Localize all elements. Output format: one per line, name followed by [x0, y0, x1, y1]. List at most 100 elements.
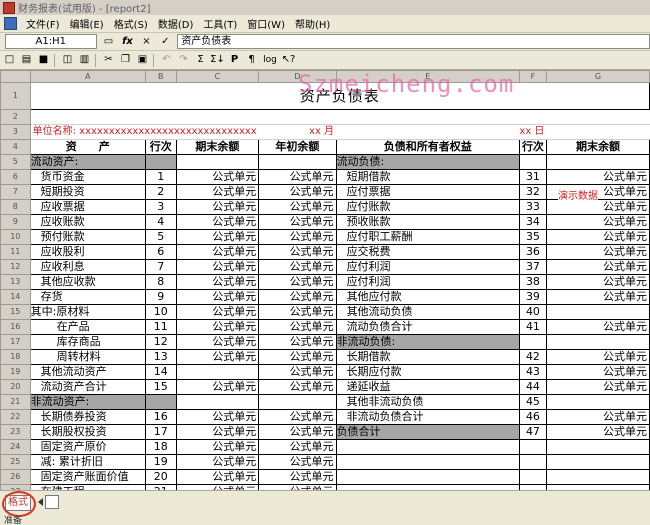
column-header[interactable]: G — [545, 70, 650, 83]
asset-name-cell[interactable]: 其他流动资产 — [29, 364, 146, 380]
row-header[interactable]: 14 — [0, 289, 31, 305]
tab-nav-box[interactable] — [45, 495, 59, 509]
asset-name-cell[interactable]: 应收账款 — [29, 214, 146, 230]
menu-edit[interactable]: 编辑(E) — [65, 16, 109, 31]
asset-name-cell[interactable]: 周转材料 — [29, 349, 146, 365]
end-balance-cell[interactable]: 公式单元 — [175, 289, 260, 305]
asset-name-cell[interactable]: 其他应收款 — [29, 274, 146, 290]
menu-file[interactable]: 文件(F) — [21, 16, 65, 31]
row-header[interactable]: 3 — [0, 124, 31, 140]
end-balance-cell[interactable]: 公式单元 — [545, 274, 650, 290]
row-header[interactable]: 10 — [0, 229, 31, 245]
begin-balance-cell[interactable]: 公式单元 — [258, 214, 337, 230]
end-balance-cell[interactable] — [545, 394, 650, 410]
liability-name-cell[interactable]: 应付利润 — [335, 274, 520, 290]
unit-name-cell[interactable]: 单位名称: xxxxxxxxxxxxxxxxxxxxxxxxxxxxxx — [30, 124, 259, 140]
line-no-cell[interactable]: 3 — [144, 199, 177, 215]
liability-name-cell[interactable]: 应交税费 — [335, 244, 520, 260]
asset-name-cell[interactable]: 固定资产原价 — [29, 439, 146, 455]
liability-name-cell[interactable]: 短期借款 — [335, 169, 520, 185]
line-no-cell[interactable]: 32 — [518, 184, 547, 200]
line-no-cell[interactable]: 10 — [144, 304, 177, 320]
row-header[interactable]: 25 — [0, 454, 31, 470]
end-balance-cell[interactable]: 公式单元 — [175, 244, 260, 260]
liability-name-cell[interactable] — [335, 469, 520, 485]
menu-tools[interactable]: 工具(T) — [198, 16, 242, 31]
cell-name-box[interactable]: A1:H1 — [5, 34, 97, 49]
row-header[interactable]: 20 — [0, 379, 31, 395]
asset-name-cell[interactable]: 货币资金 — [29, 169, 146, 185]
line-no-cell[interactable]: 31 — [518, 169, 547, 185]
line-no-cell[interactable] — [144, 394, 177, 410]
line-no-cell[interactable]: 16 — [144, 409, 177, 425]
row-header[interactable]: 19 — [0, 364, 31, 380]
menu-format[interactable]: 格式(S) — [109, 16, 153, 31]
menu-data[interactable]: 数据(D) — [153, 16, 199, 31]
begin-balance-cell[interactable]: 公式单元 — [258, 334, 337, 350]
row-header[interactable]: 2 — [0, 109, 31, 125]
liability-name-cell[interactable]: 负债合计 — [335, 424, 520, 440]
column-header[interactable]: B — [144, 70, 177, 83]
asset-name-cell[interactable]: 短期投资 — [29, 184, 146, 200]
day-cell[interactable]: xx 日 — [336, 124, 547, 140]
asset-name-cell[interactable]: 库存商品 — [29, 334, 146, 350]
liability-name-cell[interactable]: 流动负债: — [335, 154, 520, 170]
row-header[interactable]: 13 — [0, 274, 31, 290]
end-balance-cell[interactable] — [175, 154, 260, 170]
line-no-cell[interactable] — [518, 469, 547, 485]
end-balance-cell[interactable]: 公式单元 — [175, 424, 260, 440]
new-document-icon[interactable]: □ — [2, 53, 17, 67]
line-no-cell[interactable]: 8 — [144, 274, 177, 290]
end-balance-cell[interactable]: 公式单元 — [545, 244, 650, 260]
asset-name-cell[interactable]: 长期股权投资 — [29, 424, 146, 440]
month-cell[interactable]: xx 月 — [258, 124, 337, 140]
row-header[interactable]: 6 — [0, 169, 31, 185]
asset-header[interactable]: 资 产 — [29, 139, 146, 155]
asset-name-cell[interactable]: 固定资产账面价值 — [29, 469, 146, 485]
print-preview-icon[interactable]: ◫ — [60, 53, 75, 67]
end-balance-cell[interactable] — [545, 304, 650, 320]
begin-balance-header[interactable]: 年初余额 — [258, 139, 337, 155]
line-no-cell[interactable]: 43 — [518, 364, 547, 380]
end-balance-cell[interactable]: 公式单元 — [545, 259, 650, 275]
row-header[interactable]: 23 — [0, 424, 31, 440]
line-no-cell[interactable]: 38 — [518, 274, 547, 290]
blank-cell[interactable] — [546, 124, 650, 140]
fx-button[interactable]: fx — [121, 35, 135, 48]
liability-name-cell[interactable]: 其他应付款 — [335, 289, 520, 305]
save-icon[interactable]: ■ — [36, 53, 51, 67]
asset-name-cell[interactable]: 减: 累计折旧 — [29, 454, 146, 470]
line-no-cell[interactable]: 40 — [518, 304, 547, 320]
end-balance-header[interactable]: 期末余额 — [175, 139, 260, 155]
end-balance-cell[interactable]: 公式单元 — [175, 229, 260, 245]
menu-window[interactable]: 窗口(W) — [242, 16, 290, 31]
row-header[interactable]: 18 — [0, 349, 31, 365]
end-balance-cell[interactable]: 公式单元 — [175, 304, 260, 320]
p-button[interactable]: P — [227, 53, 242, 67]
line-no-cell[interactable]: 18 — [144, 439, 177, 455]
column-header[interactable]: A — [29, 70, 146, 83]
liability-name-cell[interactable]: 非流动负债合计 — [335, 409, 520, 425]
end-balance-cell[interactable]: 公式单元 — [175, 349, 260, 365]
print-icon[interactable]: ▥ — [77, 53, 92, 67]
line-no-header[interactable]: 行次 — [518, 139, 547, 155]
line-no-cell[interactable]: 36 — [518, 244, 547, 260]
begin-balance-cell[interactable]: 公式单元 — [258, 439, 337, 455]
line-no-cell[interactable]: 47 — [518, 424, 547, 440]
row-header[interactable]: 17 — [0, 334, 31, 350]
line-no-cell[interactable]: 4 — [144, 214, 177, 230]
row-header[interactable]: 5 — [0, 154, 31, 170]
end-balance-cell[interactable]: 公式单元 — [545, 169, 650, 185]
row-header[interactable]: 4 — [0, 139, 31, 155]
begin-balance-cell[interactable]: 公式单元 — [258, 184, 337, 200]
begin-balance-cell[interactable]: 公式单元 — [258, 244, 337, 260]
end-balance-cell[interactable]: 公式单元 — [175, 214, 260, 230]
end-balance-cell[interactable]: 公式单元 — [545, 319, 650, 335]
end-balance-cell[interactable]: 公式单元 — [175, 169, 260, 185]
begin-balance-cell[interactable]: 公式单元 — [258, 454, 337, 470]
line-no-cell[interactable]: 33 — [518, 199, 547, 215]
column-header[interactable]: F — [518, 70, 547, 83]
line-no-cell[interactable]: 42 — [518, 349, 547, 365]
end-balance-cell[interactable]: 公式单元 — [545, 409, 650, 425]
asset-name-cell[interactable]: 其中:原材料 — [29, 304, 146, 320]
